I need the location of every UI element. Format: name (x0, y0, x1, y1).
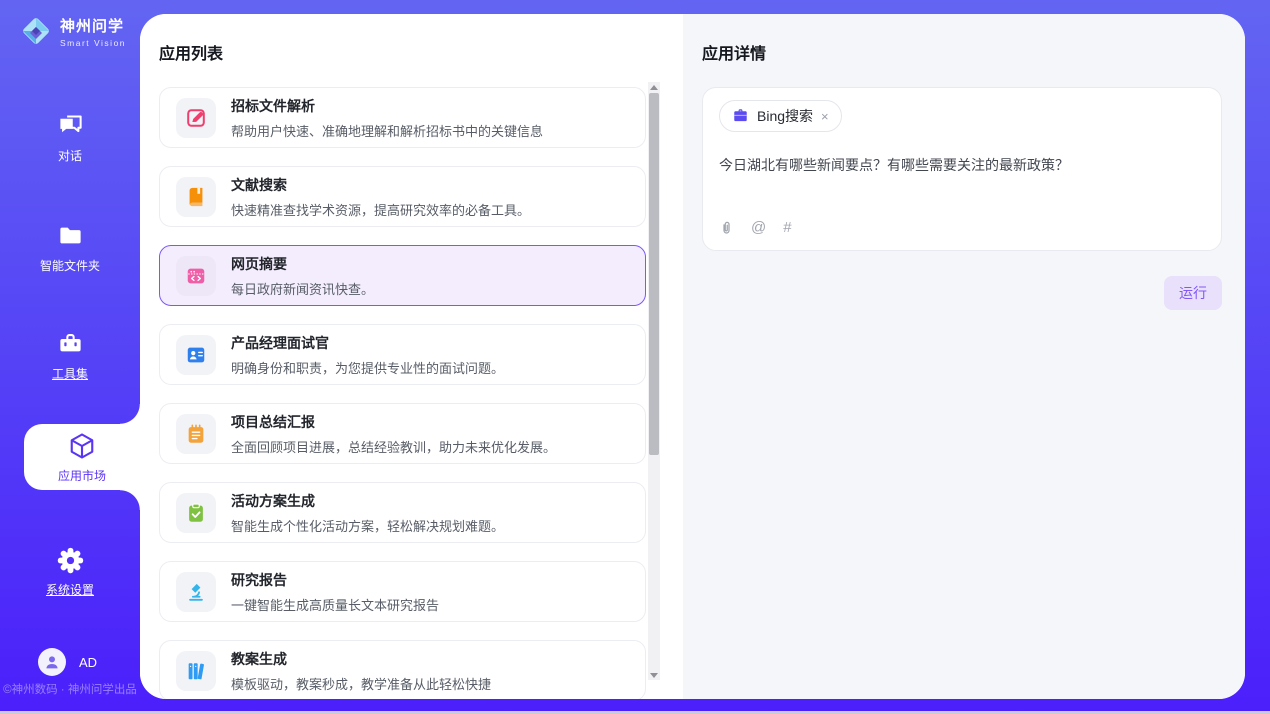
diamond-logo-icon (18, 13, 54, 49)
toolbox-icon (0, 330, 140, 358)
app-card-literature-search[interactable]: 文献搜索 快速精准查找学术资源，提高研究效率的必备工具。 (159, 166, 646, 227)
app-card-web-summary[interactable]: 网页摘要 每日政府新闻资讯快查。 (159, 245, 646, 306)
app-card-event-plan[interactable]: 活动方案生成 智能生成个性化活动方案，轻松解决规划难题。 (159, 482, 646, 543)
app-name: 教案生成 (231, 649, 491, 669)
sidebar: 神州问学 Smart Vision 对话 智能文件夹 (0, 0, 140, 714)
app-card-research-report[interactable]: 研究报告 一键智能生成高质量长文本研究报告 (159, 561, 646, 622)
prompt-card[interactable]: Bing搜索 × 今日湖北有哪些新闻要点？有哪些需要关注的最新政策？ @ # (702, 87, 1222, 251)
sidebar-item-label: 工具集 (0, 365, 140, 382)
app-desc: 智能生成个性化活动方案，轻松解决规划难题。 (231, 516, 504, 535)
briefcase-icon (732, 107, 749, 125)
app-name: 招标文件解析 (231, 96, 543, 116)
folder-icon (0, 222, 140, 250)
app-list-scrollbar[interactable] (648, 82, 660, 680)
brand-subtitle: Smart Vision (60, 38, 126, 48)
run-button[interactable]: 运行 (1164, 276, 1222, 310)
avatar (38, 648, 66, 676)
app-list-panel: 应用列表 招标文件解析 帮助用户快速、准确地理解和解析招标书中的关键信息 (140, 14, 683, 699)
user-name: AD (79, 655, 97, 670)
microscope-icon (176, 572, 216, 612)
pen-square-icon (176, 98, 216, 138)
browser-code-icon (176, 256, 216, 296)
cube-icon (67, 431, 97, 461)
app-list-title: 应用列表 (159, 40, 683, 64)
brand-logo: 神州问学 Smart Vision (18, 13, 126, 49)
app-name: 活动方案生成 (231, 491, 504, 511)
app-card-tender-analysis[interactable]: 招标文件解析 帮助用户快速、准确地理解和解析招标书中的关键信息 (159, 87, 646, 148)
sidebar-item-label: 对话 (0, 147, 140, 164)
run-button-row: 运行 (702, 276, 1222, 310)
scrollbar-thumb[interactable] (649, 93, 659, 455)
gear-icon (0, 546, 140, 574)
sidebar-item-settings[interactable]: 系统设置 (0, 546, 140, 598)
main-content: 应用列表 招标文件解析 帮助用户快速、准确地理解和解析招标书中的关键信息 (140, 14, 1245, 699)
app-detail-title: 应用详情 (702, 40, 1222, 64)
mention-at-icon[interactable]: @ (751, 219, 766, 236)
sidebar-item-app-market[interactable]: 应用市场 (24, 424, 140, 490)
app-desc: 每日政府新闻资讯快查。 (231, 279, 374, 298)
sidebar-item-label: 系统设置 (0, 581, 140, 598)
app-name: 产品经理面试官 (231, 333, 504, 353)
book-icon (176, 177, 216, 217)
scroll-down-arrow-icon[interactable] (648, 670, 660, 680)
app-card-pm-interviewer[interactable]: 产品经理面试官 明确身份和职责，为您提供专业性的面试问题。 (159, 324, 646, 385)
sidebar-item-label: 应用市场 (58, 467, 106, 484)
paperclip-icon[interactable] (719, 219, 734, 236)
chat-icon (0, 112, 140, 140)
clipboard-check-icon (176, 493, 216, 533)
app-desc: 明确身份和职责，为您提供专业性的面试问题。 (231, 358, 504, 377)
app-desc: 全面回顾项目进展，总结经验教训，助力未来优化发展。 (231, 437, 556, 456)
interview-card-icon (176, 335, 216, 375)
app-name: 文献搜索 (231, 175, 530, 195)
brand-name: 神州问学 (60, 18, 124, 35)
sidebar-item-label: 智能文件夹 (0, 257, 140, 274)
app-name: 研究报告 (231, 570, 439, 590)
attachment-toolbar: @ # (719, 219, 1205, 240)
chip-close-icon[interactable]: × (821, 110, 829, 123)
prompt-text[interactable]: 今日湖北有哪些新闻要点？有哪些需要关注的最新政策？ (719, 155, 1205, 175)
sidebar-item-smart-folder[interactable]: 智能文件夹 (0, 222, 140, 274)
books-icon (176, 651, 216, 691)
hashtag-icon[interactable]: # (783, 219, 791, 236)
app-name: 项目总结汇报 (231, 412, 556, 432)
app-desc: 模板驱动，教案秒成，教学准备从此轻松快捷 (231, 674, 491, 693)
tool-chip-bing-search[interactable]: Bing搜索 × (719, 100, 842, 132)
notepad-icon (176, 414, 216, 454)
tool-chip-label: Bing搜索 (757, 106, 813, 126)
app-desc: 帮助用户快速、准确地理解和解析招标书中的关键信息 (231, 121, 543, 140)
app-card-project-summary[interactable]: 项目总结汇报 全面回顾项目进展，总结经验教训，助力未来优化发展。 (159, 403, 646, 464)
user-account[interactable]: AD (38, 648, 97, 676)
sidebar-item-toolset[interactable]: 工具集 (0, 330, 140, 382)
app-detail-panel: 应用详情 Bing搜索 × 今日湖北有哪些新闻要点？有哪些需要关注的最新政策？ (683, 14, 1245, 699)
scroll-up-arrow-icon[interactable] (648, 82, 660, 92)
sidebar-item-chat[interactable]: 对话 (0, 112, 140, 164)
copyright-text: ©神州数码 · 神州问学出品 (0, 681, 140, 697)
app-desc: 快速精准查找学术资源，提高研究效率的必备工具。 (231, 200, 530, 219)
app-desc: 一键智能生成高质量长文本研究报告 (231, 595, 439, 614)
app-card-list: 招标文件解析 帮助用户快速、准确地理解和解析招标书中的关键信息 文献搜索 快速精… (159, 87, 646, 699)
app-card-lesson-plan[interactable]: 教案生成 模板驱动，教案秒成，教学准备从此轻松快捷 (159, 640, 646, 699)
app-name: 网页摘要 (231, 254, 374, 274)
